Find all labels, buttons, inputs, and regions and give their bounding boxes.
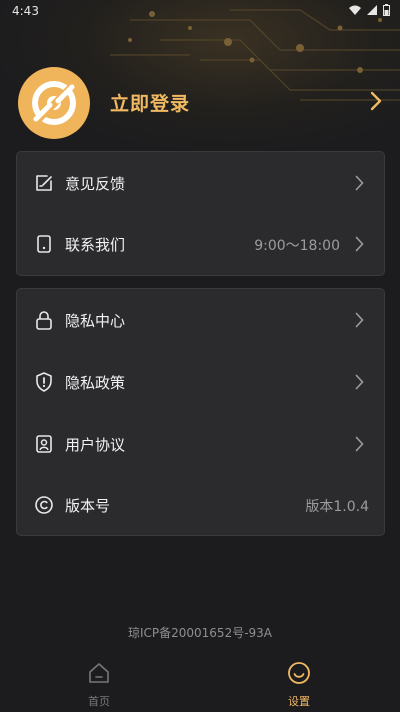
chevron-right-icon xyxy=(355,312,364,328)
profile-login-row[interactable]: 立即登录 xyxy=(18,67,388,139)
battery-icon xyxy=(383,4,390,16)
signal-icon xyxy=(367,5,377,15)
status-time: 4:43 xyxy=(12,4,39,18)
copyright-icon xyxy=(35,496,53,514)
chevron-right-icon xyxy=(355,436,364,452)
chevron-right-icon xyxy=(355,175,364,191)
menu-item-version: 版本号 版本1.0.4 xyxy=(17,475,384,535)
tab-home[interactable]: 首页 xyxy=(64,661,134,711)
menu-item-privacy-center[interactable]: 隐私中心 xyxy=(17,290,384,350)
shield-exclamation-icon xyxy=(36,372,52,392)
menu-item-label: 联系我们 xyxy=(65,236,126,254)
feedback-edit-icon xyxy=(36,175,52,191)
menu-item-user-agreement[interactable]: 用户协议 xyxy=(17,414,384,474)
menu-card-privacy: 隐私中心 隐私政策 用户协议 版本号 版本1.0.4 xyxy=(16,288,385,536)
version-value: 版本1.0.4 xyxy=(305,499,369,515)
menu-item-feedback[interactable]: 意见反馈 xyxy=(17,153,384,213)
menu-item-label: 意见反馈 xyxy=(65,175,126,193)
tab-settings[interactable]: 设置 xyxy=(264,661,334,711)
menu-card-support: 意见反馈 联系我们 9:00～18:00 xyxy=(16,151,385,276)
user-badge-icon xyxy=(36,435,52,453)
status-bar: 4:43 xyxy=(0,0,400,22)
login-label[interactable]: 立即登录 xyxy=(110,89,190,116)
menu-item-contact[interactable]: 联系我们 9:00～18:00 xyxy=(17,214,384,274)
tab-label: 设置 xyxy=(288,695,310,708)
home-icon xyxy=(89,663,109,683)
avatar-logo-icon xyxy=(30,79,78,129)
tab-label: 首页 xyxy=(88,695,110,708)
chevron-right-icon xyxy=(355,236,364,252)
menu-item-label: 版本号 xyxy=(65,497,111,515)
menu-item-privacy-policy[interactable]: 隐私政策 xyxy=(17,352,384,412)
icp-record-text: 琼ICP备20001652号-93A xyxy=(127,626,273,640)
bottom-tab-bar: 首页 设置 xyxy=(0,655,400,712)
avatar[interactable] xyxy=(18,67,90,139)
menu-item-label: 隐私政策 xyxy=(65,374,126,392)
smile-icon xyxy=(288,662,310,684)
menu-item-label: 隐私中心 xyxy=(65,312,126,330)
service-hours: 9:00～18:00 xyxy=(254,238,340,254)
chevron-right-icon xyxy=(355,374,364,390)
status-icons xyxy=(349,4,390,16)
phone-icon xyxy=(37,235,51,253)
chevron-right-icon[interactable] xyxy=(370,91,382,111)
wifi-icon xyxy=(349,5,361,15)
menu-item-label: 用户协议 xyxy=(65,436,126,454)
lock-icon xyxy=(36,311,52,330)
